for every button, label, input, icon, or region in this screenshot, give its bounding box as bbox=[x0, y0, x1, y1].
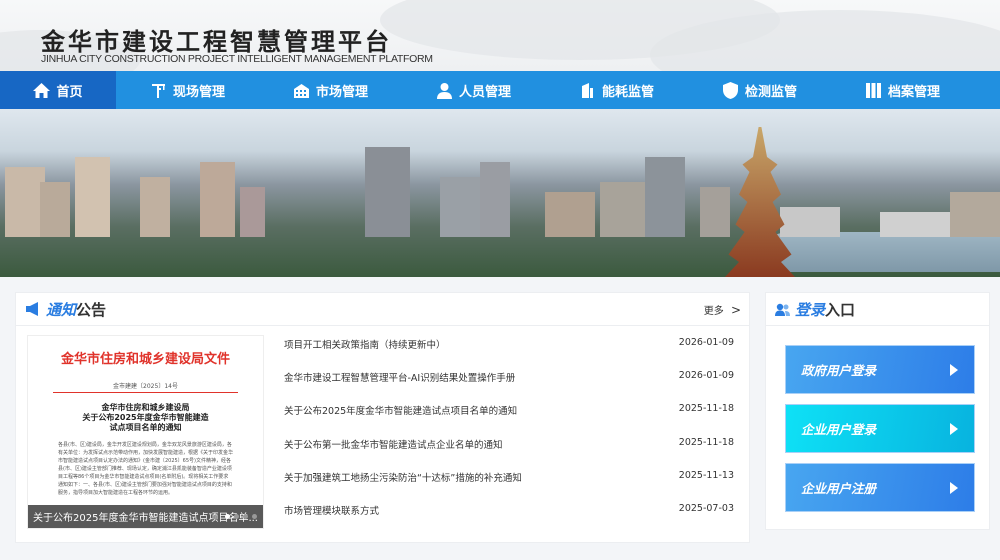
crane-icon bbox=[151, 83, 165, 98]
notice-title-b: 公告 bbox=[76, 300, 107, 319]
archive-icon bbox=[865, 82, 881, 98]
header: 金华市建设工程智慧管理平台 JINHUA CITY CONSTRUCTION P… bbox=[0, 0, 1000, 71]
notice-item-title[interactable]: 关于加强建筑工地扬尘污染防治“十达标”措施的补充通知 bbox=[284, 470, 522, 503]
main-nav: 首页 现场管理 市场管理 人员管理 能耗监管 检测监管 档案管理 bbox=[0, 71, 1000, 109]
login-panel: 登录 入口 政府用户登录 企业用户登录 企业用户注册 bbox=[765, 292, 990, 530]
building bbox=[480, 162, 510, 237]
nav-item-0[interactable]: 首页 bbox=[0, 71, 116, 109]
notice-item-title[interactable]: 关于公布第一批金华市智能建造试点企业名单的通知 bbox=[284, 437, 503, 470]
building bbox=[600, 182, 645, 237]
megaphone-icon bbox=[26, 302, 38, 316]
play-arrow-icon bbox=[950, 364, 958, 376]
building bbox=[780, 207, 840, 237]
city-banner bbox=[0, 109, 1000, 277]
play-arrow-icon bbox=[950, 423, 958, 435]
person-icon bbox=[436, 82, 452, 99]
building bbox=[700, 187, 730, 237]
building-icon bbox=[293, 83, 309, 98]
carousel-dot[interactable] bbox=[252, 514, 257, 519]
login-button-label: 企业用户登录 bbox=[801, 422, 877, 437]
more-link[interactable]: 更多 > bbox=[704, 302, 741, 317]
notice-item-date: 2025-11-18 bbox=[678, 403, 734, 415]
pagoda bbox=[725, 127, 795, 277]
login-button-label: 政府用户登录 bbox=[801, 363, 877, 378]
doc-number: 金市建建〔2025〕14号 bbox=[113, 383, 178, 390]
carousel-dot[interactable] bbox=[234, 514, 239, 519]
login-title-b: 入口 bbox=[825, 300, 856, 319]
nav-label: 首页 bbox=[56, 84, 83, 100]
site-title: 金华市建设工程智慧管理平台 bbox=[41, 28, 392, 56]
carousel-caption[interactable]: 关于公布2025年度金华市智能建造试点项目名单... bbox=[28, 505, 263, 528]
nav-label: 能耗监管 bbox=[601, 84, 654, 100]
building bbox=[40, 182, 70, 237]
notice-title-a: 通知 bbox=[46, 300, 77, 319]
notice-item-date: 2025-11-18 bbox=[678, 436, 734, 448]
nav-label: 市场管理 bbox=[315, 84, 368, 100]
doc-heading: 金华市住房和城乡建设局文件 bbox=[60, 352, 230, 367]
chevron-right-icon: > bbox=[730, 303, 741, 317]
nav-item-4[interactable]: 能耗监管 bbox=[545, 71, 688, 109]
notice-item[interactable]: 关于公布2025年度金华市智能建造试点项目名单的通知 2025-11-18 bbox=[284, 403, 734, 436]
site-subtitle: JINHUA CITY CONSTRUCTION PROJECT INTELLI… bbox=[41, 53, 433, 65]
carousel-dot[interactable] bbox=[243, 514, 248, 519]
users-icon bbox=[775, 303, 790, 316]
nav-label: 检测监管 bbox=[744, 84, 797, 100]
building bbox=[880, 212, 960, 237]
energy-building-icon bbox=[581, 82, 593, 98]
building bbox=[950, 192, 1000, 237]
notice-item-title[interactable]: 金华市建设工程智慧管理平台-AI识别结果处置操作手册 bbox=[284, 370, 515, 403]
nav-label: 人员管理 bbox=[458, 84, 511, 100]
notice-carousel[interactable]: 金华市住房和城乡建设局文件 金市建建〔2025〕14号 金华市住房和城乡建设局 … bbox=[27, 335, 264, 529]
nav-label: 现场管理 bbox=[172, 84, 225, 100]
notice-item[interactable]: 关于加强建筑工地扬尘污染防治“十达标”措施的补充通知 2025-11-13 bbox=[284, 470, 734, 503]
login-button-1[interactable]: 企业用户登录 bbox=[785, 404, 975, 453]
carousel-dot[interactable] bbox=[225, 514, 230, 519]
building bbox=[240, 187, 265, 237]
login-title-a: 登录 bbox=[795, 300, 826, 319]
home-icon bbox=[33, 82, 51, 98]
doc-title: 金华市住房和城乡建设局 关于公布2025年度金华市智能建造 试点项目名单的通知 bbox=[82, 403, 209, 432]
notice-item-title[interactable]: 项目开工相关政策指南（持续更新中） bbox=[284, 337, 446, 370]
nav-item-6[interactable]: 档案管理 bbox=[831, 71, 974, 109]
notice-item-title[interactable]: 关于公布2025年度金华市智能建造试点项目名单的通知 bbox=[284, 403, 517, 436]
notice-item-date: 2026-01-09 bbox=[678, 337, 734, 348]
building bbox=[75, 157, 110, 237]
notice-item-title[interactable]: 市场管理模块联系方式 bbox=[284, 503, 379, 536]
login-button-0[interactable]: 政府用户登录 bbox=[785, 345, 975, 394]
nav-item-3[interactable]: 人员管理 bbox=[402, 71, 545, 109]
notice-item-date: 2026-01-09 bbox=[678, 370, 734, 382]
building bbox=[5, 167, 45, 237]
building bbox=[545, 192, 595, 237]
notice-item[interactable]: 关于公布第一批金华市智能建造试点企业名单的通知 2025-11-18 bbox=[284, 437, 734, 470]
login-button-2[interactable]: 企业用户注册 bbox=[785, 463, 975, 512]
building bbox=[200, 162, 235, 237]
notice-item[interactable]: 项目开工相关政策指南（持续更新中） 2026-01-09 bbox=[284, 337, 734, 370]
building bbox=[140, 177, 170, 237]
building bbox=[645, 157, 685, 237]
notice-item-date: 2025-11-13 bbox=[678, 469, 734, 481]
nav-label: 档案管理 bbox=[887, 84, 940, 100]
play-arrow-icon bbox=[950, 482, 958, 494]
nav-item-1[interactable]: 现场管理 bbox=[116, 71, 259, 109]
shield-icon bbox=[722, 81, 738, 99]
building bbox=[365, 147, 410, 237]
notice-panel: 通知 公告 更多 > 金华市住房和城乡建设局文件 金市建建〔2025〕14号 金华… bbox=[15, 292, 750, 543]
notice-item-date: 2025-07-03 bbox=[678, 502, 734, 514]
notice-list: 项目开工相关政策指南（持续更新中） 2026-01-09 金华市建设工程智慧管理平台… bbox=[284, 337, 734, 536]
notice-item[interactable]: 市场管理模块联系方式 2025-07-03 bbox=[284, 503, 734, 536]
nav-item-2[interactable]: 市场管理 bbox=[259, 71, 402, 109]
nav-item-5[interactable]: 检测监管 bbox=[688, 71, 831, 109]
login-button-label: 企业用户注册 bbox=[801, 481, 877, 496]
notice-item[interactable]: 金华市建设工程智慧管理平台-AI识别结果处置操作手册 2026-01-09 bbox=[284, 370, 734, 403]
